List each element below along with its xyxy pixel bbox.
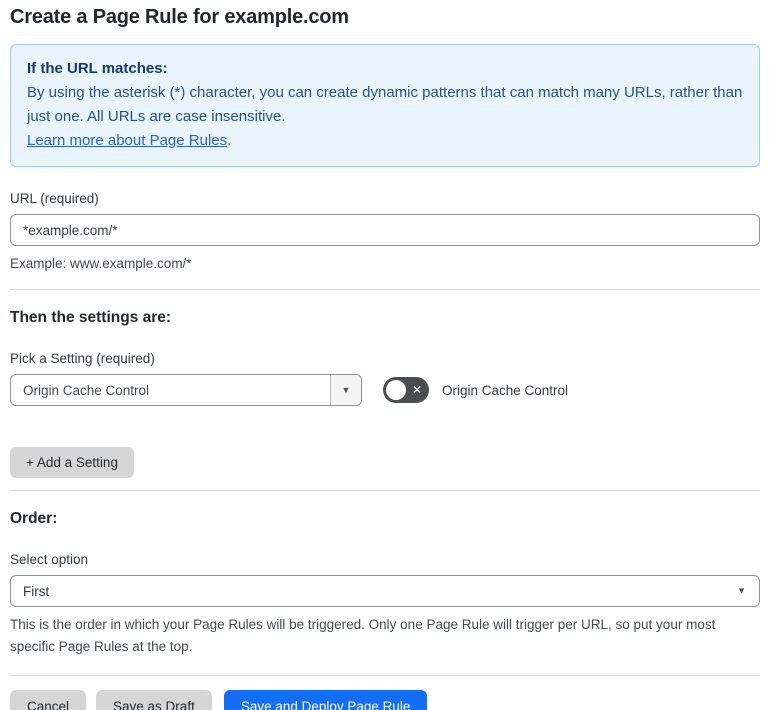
create-page-rule-panel: Create a Page Rule for example.com If th…: [0, 0, 770, 710]
info-box-body: By using the asterisk (*) character, you…: [27, 84, 743, 125]
divider: [10, 289, 760, 290]
setting-select-caret-button[interactable]: ▼: [330, 375, 361, 405]
add-setting-button[interactable]: + Add a Setting: [10, 447, 134, 478]
origin-cache-control-toggle[interactable]: ✕: [383, 377, 429, 403]
url-input[interactable]: [10, 214, 760, 246]
learn-more-link[interactable]: Learn more about Page Rules: [27, 132, 227, 149]
caret-down-icon: ▼: [341, 384, 351, 395]
page-title: Create a Page Rule for example.com: [10, 6, 349, 28]
toggle-knob: [386, 380, 406, 400]
setting-select-value: Origin Cache Control: [23, 382, 150, 398]
order-select[interactable]: First ▼: [10, 575, 760, 607]
url-match-info-box: If the URL matches: By using the asteris…: [10, 44, 760, 167]
setting-row: Origin Cache Control ▼ ✕ Origin Cache Co…: [10, 374, 760, 406]
order-select-value: First: [23, 583, 50, 599]
footer-actions: Cancel Save as Draft Save and Deploy Pag…: [10, 690, 760, 710]
info-box-heading: If the URL matches:: [27, 60, 168, 77]
order-helper-text: This is the order in which your Page Rul…: [10, 617, 716, 654]
toggle-off-x-icon: ✕: [411, 383, 422, 397]
save-and-deploy-button[interactable]: Save and Deploy Page Rule: [223, 690, 428, 710]
toggle-label: Origin Cache Control: [442, 382, 569, 398]
pick-setting-label: Pick a Setting (required): [10, 351, 155, 366]
select-option-label: Select option: [10, 552, 89, 567]
caret-down-icon: ▼: [737, 585, 746, 596]
url-example-text: Example: www.example.com/*: [10, 256, 192, 271]
cancel-button[interactable]: Cancel: [10, 690, 87, 710]
settings-section-heading: Then the settings are:: [10, 309, 172, 326]
save-as-draft-button[interactable]: Save as Draft: [96, 690, 212, 710]
link-suffix: .: [227, 132, 232, 149]
url-label: URL (required): [10, 191, 99, 206]
setting-select[interactable]: Origin Cache Control ▼: [10, 374, 362, 406]
divider: [10, 675, 760, 676]
divider: [10, 490, 760, 491]
order-section-heading: Order:: [10, 510, 58, 527]
